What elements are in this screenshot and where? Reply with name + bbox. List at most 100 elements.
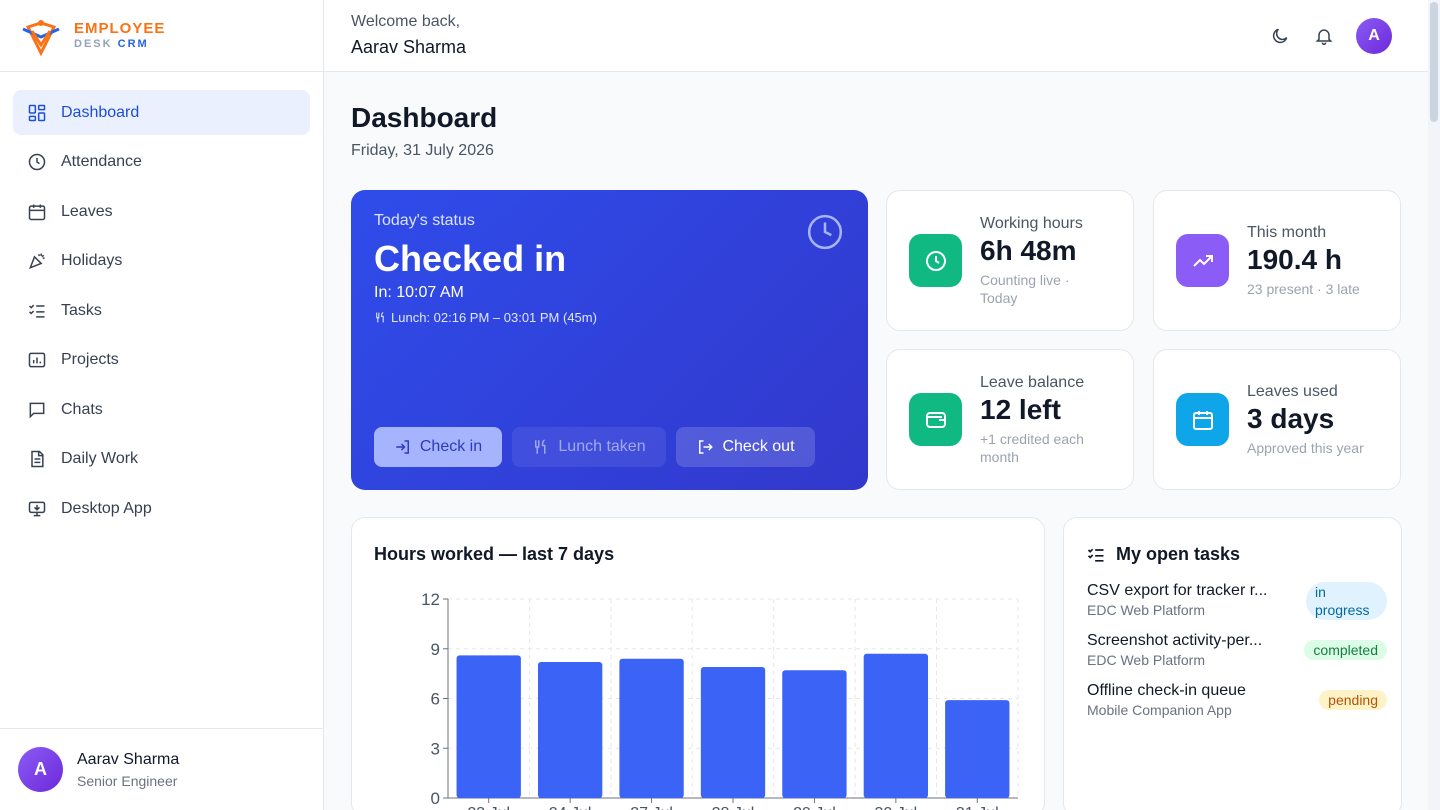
sidebar-item-attendance[interactable]: Attendance [13,140,310,185]
sidebar-item-label: Desktop App [61,499,152,517]
logout-icon [699,440,714,454]
y-tick-label: 6 [431,690,440,709]
check-in-button[interactable]: Check in [374,427,502,467]
brand-logo-icon [22,19,60,56]
tasks-header: My open tasks [1086,544,1240,565]
dashboard-icon [28,104,46,121]
check-out-button[interactable]: Check out [676,427,815,467]
x-tick-label: 23 Jul [467,805,510,810]
check-in-label: Check in [419,438,483,455]
bar[interactable] [456,655,521,798]
bell-icon[interactable] [1314,26,1334,46]
brand-crm: CRM [117,38,149,50]
brand[interactable]: EMPLOYEE DESK CRM [0,0,323,72]
sidebar-item-leaves[interactable]: Leaves [13,189,310,234]
stat-label: This month [1247,224,1327,241]
status-badge: pending [1319,690,1387,710]
x-tick-label: 30 Jul [875,805,918,810]
stat-label: Leave balance [980,374,1085,391]
stat-label: Leaves used [1247,383,1338,400]
welcome-text: Welcome back, [351,13,461,30]
sidebar-item-label: Chats [61,400,103,418]
user-role: Senior Engineer [77,772,178,789]
monitor-download-icon [28,501,46,516]
header-user-name: Aarav Sharma [351,37,467,57]
tasks-title: My open tasks [1116,544,1241,564]
task-item[interactable]: Offline check-in queue Mobile Companion … [1087,682,1387,724]
clock-icon [807,214,843,250]
stat-icon-bg [909,234,962,287]
today-status-card: Today's status Checked in In: 10:07 AM L… [351,190,868,490]
calendar-icon [28,204,46,220]
x-tick-label: 31 Jul [956,805,999,810]
x-tick-label: 24 Jul [549,805,592,810]
bar[interactable] [700,666,766,798]
task-name: CSV export for tracker r... [1087,582,1268,599]
brand-desk: DESK [74,38,113,50]
party-popper-icon [29,253,45,269]
sidebar-user-card[interactable]: A Aarav Sharma Senior Engineer [0,728,323,810]
x-tick-label: 28 Jul [712,805,755,810]
sidebar-item-label: Daily Work [61,450,139,467]
stat-sub: Counting live · Today [980,272,1070,306]
task-name: Screenshot activity-per... [1087,632,1263,649]
page-date: Friday, 31 July 2026 [351,142,494,159]
login-icon [396,440,409,454]
stat-value: 3 days [1247,403,1335,434]
message-icon [29,402,45,418]
sidebar-item-daily-work[interactable]: Daily Work [13,437,310,482]
document-icon [31,450,44,468]
sidebar-item-chats[interactable]: Chats [13,387,310,432]
sidebar: EMPLOYEE DESK CRM Dashboard Attendance L… [0,0,324,810]
sidebar-item-label: Dashboard [61,103,140,121]
wallet-icon [925,411,946,428]
stat-leaves-used: Leaves used 3 days Approved this year [1153,349,1401,490]
bar[interactable] [782,670,847,798]
task-item[interactable]: CSV export for tracker r... EDC Web Plat… [1087,582,1387,624]
y-tick-label: 3 [431,739,440,758]
lunch-text: Lunch: 02:16 PM – 03:01 PM (45m) [391,310,597,325]
list-checks-icon [1087,548,1104,562]
sidebar-item-label: Holidays [61,252,123,269]
sidebar-item-label: Leaves [61,202,113,220]
moon-icon[interactable] [1270,26,1290,46]
avatar: A [18,747,63,792]
sidebar-item-projects[interactable]: Projects [13,338,310,383]
status-state: Checked in [374,238,567,279]
top-header: Welcome back, Aarav Sharma A [324,0,1428,72]
sidebar-item-tasks[interactable]: Tasks [13,288,310,333]
utensils-icon [376,312,384,323]
header-avatar[interactable]: A [1356,18,1392,54]
stat-sub: 23 present · 3 late [1247,281,1360,297]
sidebar-item-holidays[interactable]: Holidays [13,239,310,284]
scrollbar[interactable] [1428,0,1440,810]
scrollbar-thumb[interactable] [1430,2,1438,122]
sidebar-item-label: Tasks [61,301,102,319]
check-out-label: Check out [722,438,795,455]
bar[interactable] [619,658,684,798]
utensils-icon [535,439,546,454]
task-item[interactable]: Screenshot activity-per... EDC Web Platf… [1087,632,1387,674]
hours-bar-chart: 0 3 6 9 12 23 Jul 24 Jul 27 Jul 28 Jul 29 Jul 30 J… [421,590,1019,810]
stat-this-month: This month 190.4 h 23 present · 3 late [1153,190,1401,331]
y-tick-label: 0 [431,789,440,808]
check-in-time: In: 10:07 AM [374,284,464,301]
lunch-label: Lunch taken [558,438,646,455]
bar[interactable] [863,653,929,798]
stat-icon-bg [1176,234,1229,287]
bar[interactable] [537,662,603,798]
stat-leave-balance: Leave balance 12 left +1 credited each m… [886,349,1134,490]
trending-up-icon [1192,254,1213,267]
stat-value: 6h 48m [980,235,1077,266]
sidebar-item-desktop-app[interactable]: Desktop App [13,486,310,531]
bar[interactable] [945,700,1010,798]
open-tasks-card: My open tasks CSV export for tracker r..… [1063,517,1402,810]
sidebar-item-dashboard[interactable]: Dashboard [13,90,310,135]
stat-label: Working hours [980,215,1083,232]
hours-chart-card: Hours worked — last 7 days 03691223 Jul2… [351,517,1045,810]
x-tick-label: 29 Jul [793,805,836,810]
x-tick-label: 27 Jul [630,805,673,810]
status-badge: completed [1304,640,1387,660]
stat-working-hours: Working hours 6h 48m Counting live · Tod… [886,190,1134,331]
lunch-button[interactable]: Lunch taken [512,427,666,467]
